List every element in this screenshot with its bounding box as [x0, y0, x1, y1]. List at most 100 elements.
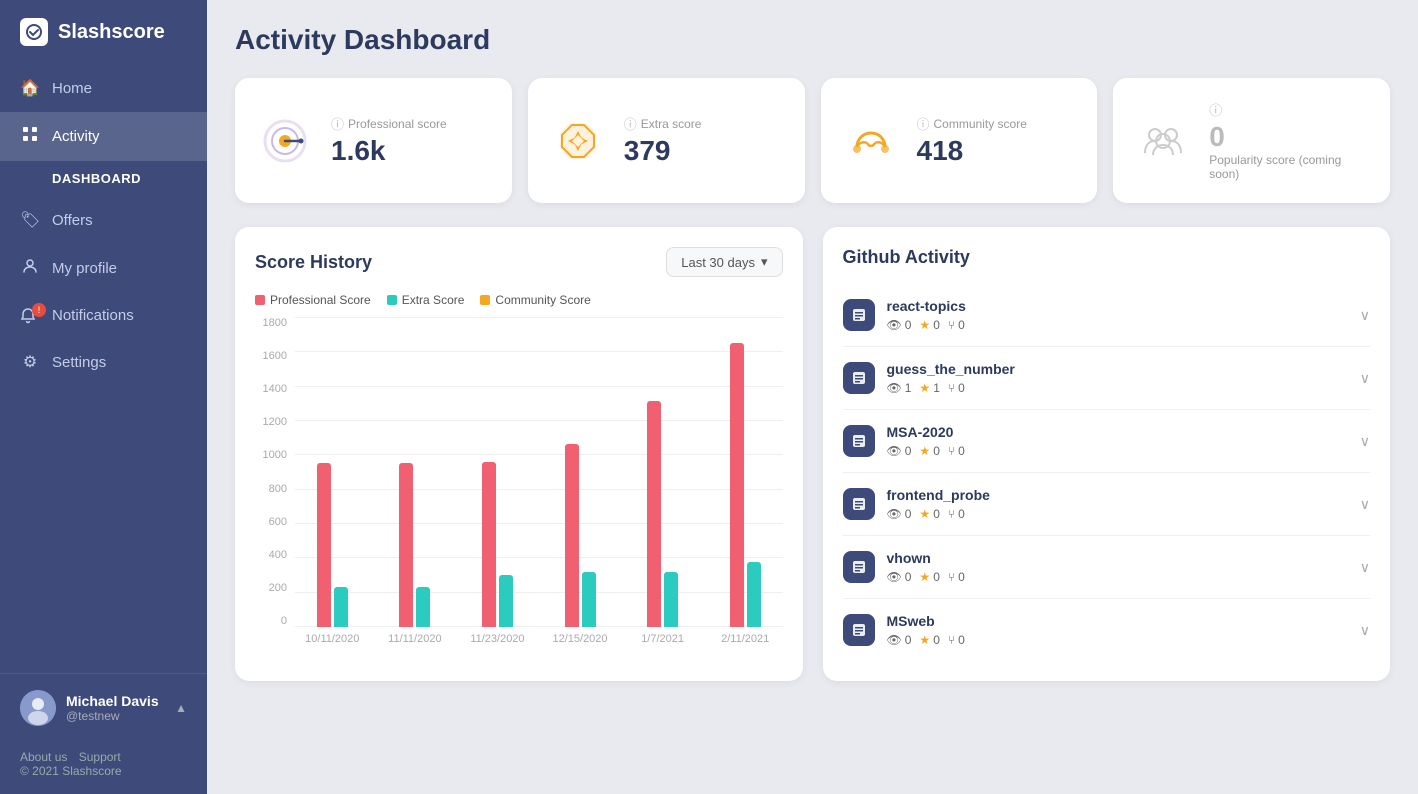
date-filter-button[interactable]: Last 30 days ▾	[666, 247, 782, 277]
bar-extra-0	[334, 587, 348, 627]
github-item-0[interactable]: react-topics 👁 0 ★ 0 ⑂	[843, 284, 1371, 347]
bar-extra-4	[664, 572, 678, 627]
sidebar-user-name: Michael Davis	[66, 693, 165, 709]
sidebar-item-my-profile[interactable]: My profile	[0, 244, 207, 293]
sidebar-user[interactable]: Michael Davis @testnew ▲	[20, 690, 187, 726]
y-label-1200: 1200	[255, 416, 287, 428]
y-label-800: 800	[255, 483, 287, 495]
star-icon-1: ★	[919, 381, 930, 395]
extra-score-label: ⓘ Extra score	[624, 114, 785, 133]
about-link[interactable]: About us	[20, 750, 67, 764]
legend-extra: Extra Score	[387, 293, 465, 307]
sidebar-user-info: Michael Davis @testnew	[66, 693, 165, 723]
fork-icon-4: ⑂	[948, 570, 955, 584]
professional-score-icon	[255, 111, 315, 171]
github-item-3[interactable]: frontend_probe 👁 0 ★ 0 ⑂	[843, 473, 1371, 536]
community-score-label: ⓘ Community score	[917, 114, 1078, 133]
notification-badge: !	[32, 303, 46, 317]
y-label-600: 600	[255, 516, 287, 528]
support-link[interactable]: Support	[79, 750, 121, 764]
github-repo-name-0: react-topics	[887, 298, 1348, 314]
github-repo-icon-5	[843, 614, 875, 646]
extra-score-info: ⓘ Extra score 379	[624, 114, 785, 167]
github-item-2[interactable]: MSA-2020 👁 0 ★ 0 ⑂	[843, 410, 1371, 473]
y-label-1400: 1400	[255, 383, 287, 395]
y-label-1800: 1800	[255, 317, 287, 329]
x-label-2: 11/23/2020	[460, 633, 535, 645]
score-cards-row: ⓘ Professional score 1.6k	[235, 78, 1390, 203]
github-activity-title: Github Activity	[843, 247, 970, 268]
bar-extra-2	[499, 575, 513, 627]
github-repo-icon-1	[843, 362, 875, 394]
sidebar-item-offers-label: Offers	[52, 212, 93, 229]
legend-dot-extra	[387, 295, 397, 305]
community-score-value: 418	[917, 135, 1078, 167]
forks-stat-3: ⑂ 0	[948, 507, 965, 521]
github-item-content-4: vhown 👁 0 ★ 0 ⑂	[887, 550, 1348, 584]
bar-extra-5	[747, 562, 761, 627]
x-label-3: 12/15/2020	[543, 633, 618, 645]
fork-icon-1: ⑂	[948, 381, 955, 395]
popularity-score-value: 0	[1209, 121, 1370, 153]
github-stats-1: 👁 1 ★ 1 ⑂ 0	[887, 381, 1348, 395]
logo-text: Slashscore	[58, 21, 165, 44]
x-labels: 10/11/2020 11/11/2020 11/23/2020 12/15/2…	[295, 633, 783, 645]
professional-score-info: ⓘ Professional score 1.6k	[331, 114, 492, 167]
bar-group-1	[378, 317, 453, 627]
sidebar-logo[interactable]: Slashscore	[0, 0, 207, 64]
sidebar-item-home[interactable]: 🏠 Home	[0, 64, 207, 112]
bars-container	[295, 317, 783, 627]
y-label-1600: 1600	[255, 350, 287, 362]
github-item-1[interactable]: guess_the_number 👁 1 ★ 1 ⑂	[843, 347, 1371, 410]
star-icon-0: ★	[919, 318, 930, 332]
github-item-content-1: guess_the_number 👁 1 ★ 1 ⑂	[887, 361, 1348, 395]
sidebar-bottom: Michael Davis @testnew ▲	[0, 673, 207, 742]
github-stats-0: 👁 0 ★ 0 ⑂ 0	[887, 318, 1348, 332]
user-chevron-icon: ▲	[175, 701, 187, 715]
main-content: Activity Dashboard ⓘ Professional score …	[207, 0, 1418, 794]
offers-icon: 🏷	[20, 210, 40, 230]
chevron-icon-0: ∨	[1360, 307, 1370, 324]
github-activity-panel: Github Activity react-topics 👁 0	[823, 227, 1391, 681]
avatar	[20, 690, 56, 726]
sidebar-nav: 🏠 Home Activity DASHBOARD 🏷 Offers	[0, 64, 207, 673]
sidebar-sub-item-dashboard[interactable]: DASHBOARD	[0, 161, 207, 196]
github-item-content-5: MSweb 👁 0 ★ 0 ⑂	[887, 613, 1348, 647]
chevron-icon-4: ∨	[1360, 559, 1370, 576]
github-stats-3: 👁 0 ★ 0 ⑂ 0	[887, 507, 1348, 521]
star-icon-4: ★	[919, 570, 930, 584]
chart-wrapper: 0 200 400 600 800 1000 1200 1400 1600 18…	[255, 317, 783, 657]
sidebar-item-my-profile-label: My profile	[52, 260, 117, 277]
github-item-4[interactable]: vhown 👁 0 ★ 0 ⑂	[843, 536, 1371, 599]
forks-stat-1: ⑂ 0	[948, 381, 965, 395]
eye-icon-3: 👁	[887, 507, 902, 521]
sidebar-item-activity[interactable]: Activity	[0, 112, 207, 161]
stars-stat-2: ★ 0	[919, 444, 939, 458]
github-item-content-0: react-topics 👁 0 ★ 0 ⑂	[887, 298, 1348, 332]
sidebar-item-home-label: Home	[52, 80, 92, 97]
sidebar-item-notifications[interactable]: ! Notifications	[0, 293, 207, 338]
popularity-score-sublabel: Popularity score (coming soon)	[1209, 153, 1370, 181]
score-history-header: Score History Last 30 days ▾	[255, 247, 783, 277]
page-title: Activity Dashboard	[235, 24, 1390, 56]
github-repo-name-3: frontend_probe	[887, 487, 1348, 503]
eye-icon-2: 👁	[887, 444, 902, 458]
bar-professional-2	[482, 462, 496, 627]
github-repo-name-5: MSweb	[887, 613, 1348, 629]
bar-group-2	[460, 317, 535, 627]
score-card-community: ⓘ Community score 418	[821, 78, 1098, 203]
github-item-content-2: MSA-2020 👁 0 ★ 0 ⑂	[887, 424, 1348, 458]
forks-stat-4: ⑂ 0	[948, 570, 965, 584]
stars-stat-0: ★ 0	[919, 318, 939, 332]
bar-group-0	[295, 317, 370, 627]
score-history-panel: Score History Last 30 days ▾ Professiona…	[235, 227, 803, 681]
github-repo-icon-2	[843, 425, 875, 457]
github-item-5[interactable]: MSweb 👁 0 ★ 0 ⑂	[843, 599, 1371, 661]
legend-professional: Professional Score	[255, 293, 371, 307]
eye-icon-1: 👁	[887, 381, 902, 395]
chevron-icon-2: ∨	[1360, 433, 1370, 450]
activity-icon	[20, 126, 40, 147]
bar-professional-5	[730, 343, 744, 627]
sidebar-item-settings[interactable]: ⚙ Settings	[0, 338, 207, 386]
sidebar-item-offers[interactable]: 🏷 Offers	[0, 196, 207, 244]
